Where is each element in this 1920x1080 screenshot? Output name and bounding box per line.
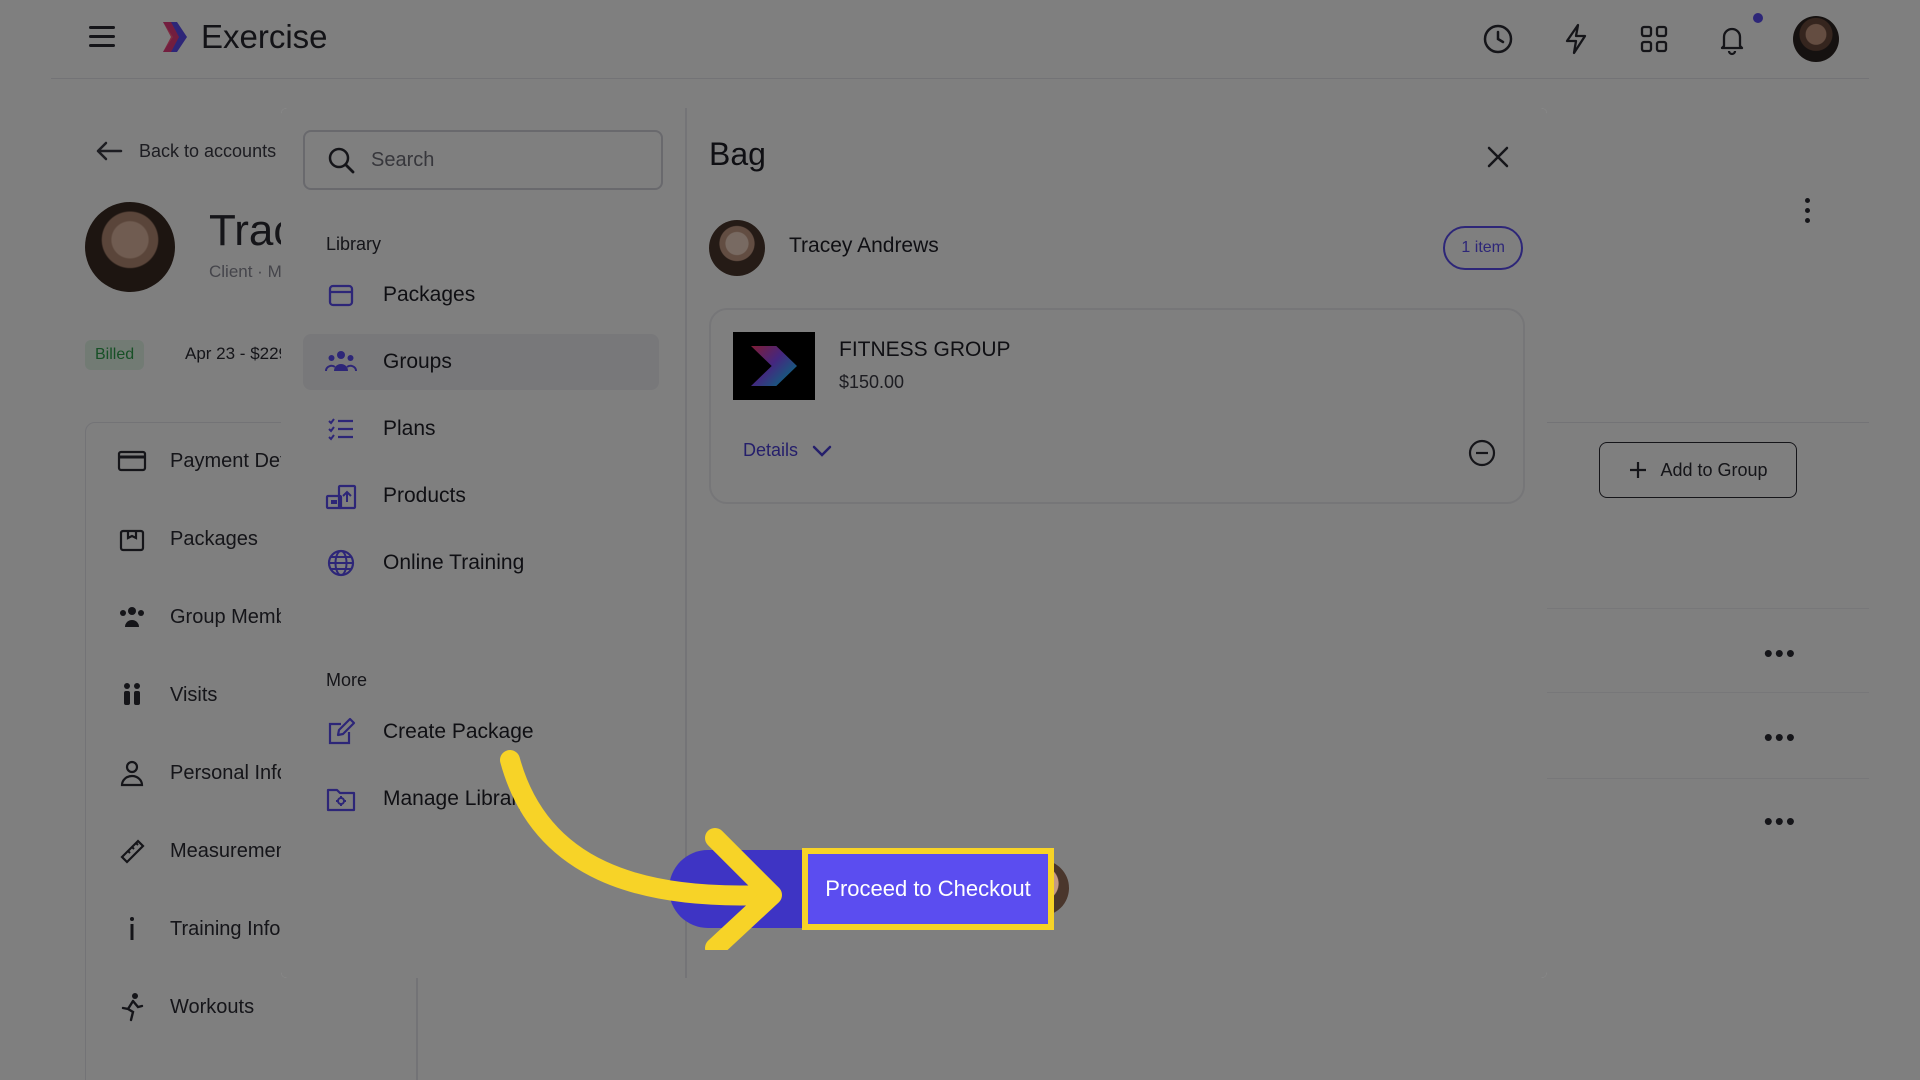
search-field[interactable]: [303, 130, 663, 190]
globe-icon: [327, 549, 355, 577]
library-item-label: Groups: [383, 350, 452, 373]
item-count-badge: 1 item: [1443, 226, 1523, 270]
item-name: FITNESS GROUP: [839, 338, 1011, 361]
details-label: Details: [743, 440, 799, 460]
folder-settings-icon: [326, 788, 356, 812]
search-input[interactable]: [369, 142, 643, 178]
library-item-online-training[interactable]: Online Training: [303, 535, 659, 591]
remove-item-icon[interactable]: [1467, 438, 1497, 468]
library-item-products[interactable]: Products: [303, 468, 659, 524]
bag-title: Bag: [709, 136, 766, 172]
more-section-label: More: [326, 670, 368, 690]
item-logo-icon: [751, 346, 797, 386]
products-icon: [325, 484, 357, 510]
search-icon: [328, 147, 355, 174]
library-item-label: Online Training: [383, 551, 525, 574]
tutorial-arrow-icon: [500, 750, 782, 950]
package-icon: [328, 284, 354, 307]
checkout-highlight: Proceed to Checkout: [802, 848, 1054, 930]
library-item-packages[interactable]: Packages: [303, 267, 659, 323]
edit-icon: [328, 717, 356, 745]
library-item-plans[interactable]: Plans: [303, 401, 659, 457]
library-item-label: Plans: [383, 417, 436, 440]
item-price: $150.00: [839, 372, 905, 392]
chevron-down-icon: [812, 445, 832, 457]
item-thumbnail: [733, 332, 815, 400]
bag-item-card: FITNESS GROUP $150.00 Details: [709, 308, 1525, 504]
close-icon[interactable]: [1485, 144, 1511, 170]
bag-owner-name: Tracey Andrews: [789, 234, 939, 257]
library-item-label: Packages: [383, 283, 476, 306]
group-icon: [325, 351, 357, 372]
details-toggle[interactable]: Details: [743, 440, 832, 461]
proceed-to-checkout-button[interactable]: Proceed to Checkout: [808, 854, 1048, 924]
bag-owner-avatar: [709, 220, 765, 276]
library-item-groups[interactable]: Groups: [303, 334, 659, 390]
library-section-label: Library: [326, 234, 382, 254]
list-icon: [328, 418, 353, 441]
library-item-label: Products: [383, 484, 466, 507]
more-item-label: Create Package: [383, 720, 534, 743]
